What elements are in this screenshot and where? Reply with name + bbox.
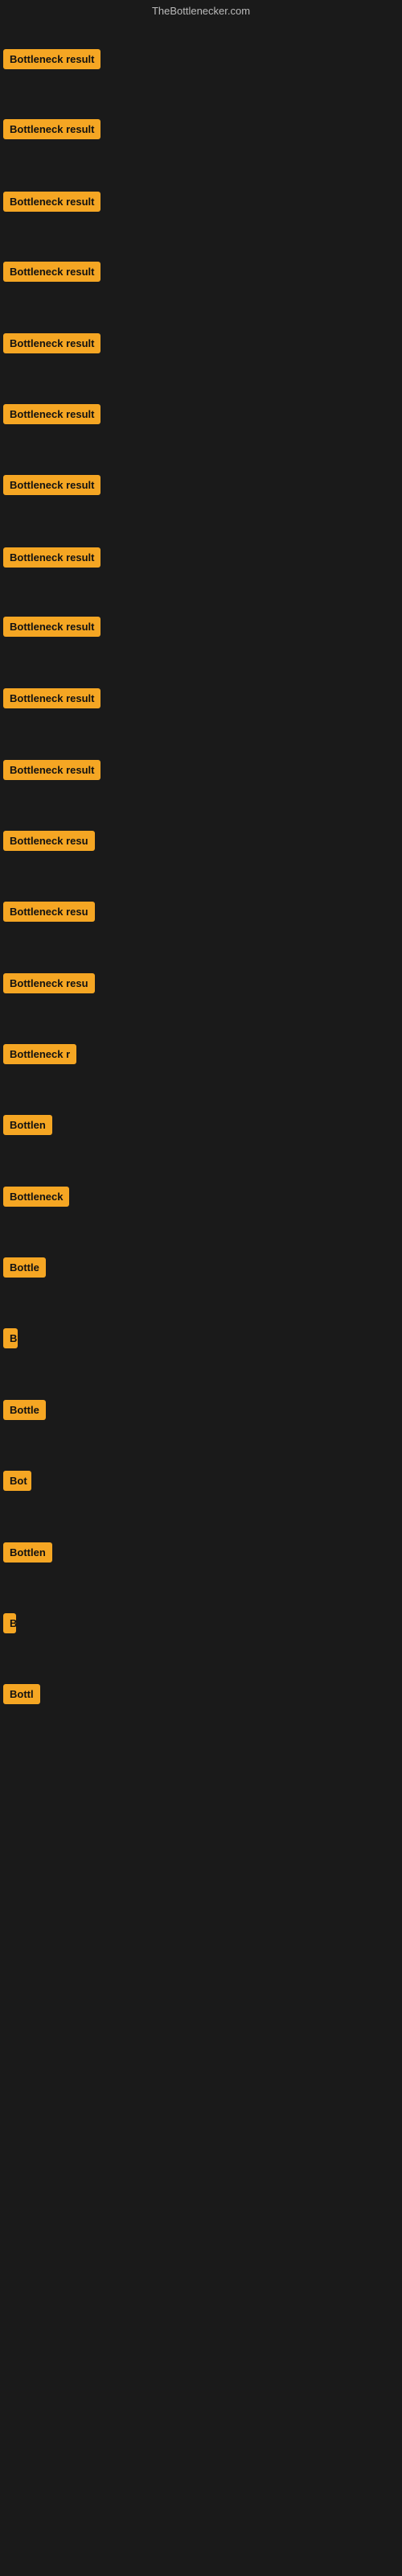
result-row-18: Bottle <box>0 1254 49 1285</box>
result-row-23: B <box>0 1610 19 1641</box>
bottleneck-badge-1[interactable]: Bottleneck result <box>3 49 100 69</box>
result-row-5: Bottleneck result <box>0 330 104 361</box>
bottleneck-badge-10[interactable]: Bottleneck result <box>3 688 100 708</box>
result-row-9: Bottleneck result <box>0 613 104 644</box>
result-row-2: Bottleneck result <box>0 116 104 147</box>
result-row-4: Bottleneck result <box>0 258 104 289</box>
result-row-8: Bottleneck result <box>0 544 104 575</box>
bottleneck-badge-18[interactable]: Bottle <box>3 1257 46 1278</box>
result-row-21: Bot <box>0 1468 35 1498</box>
bottleneck-badge-6[interactable]: Bottleneck result <box>3 404 100 424</box>
result-row-7: Bottleneck result <box>0 472 104 502</box>
bottleneck-badge-2[interactable]: Bottleneck result <box>3 119 100 139</box>
bottleneck-badge-8[interactable]: Bottleneck result <box>3 547 100 568</box>
result-row-11: Bottleneck result <box>0 757 104 787</box>
bottleneck-badge-3[interactable]: Bottleneck result <box>3 192 100 212</box>
bottleneck-badge-4[interactable]: Bottleneck result <box>3 262 100 282</box>
result-row-22: Bottlen <box>0 1539 55 1570</box>
bottleneck-badge-17[interactable]: Bottleneck <box>3 1187 69 1207</box>
result-row-6: Bottleneck result <box>0 401 104 431</box>
bottleneck-badge-7[interactable]: Bottleneck result <box>3 475 100 495</box>
bottleneck-badge-12[interactable]: Bottleneck resu <box>3 831 95 851</box>
result-row-16: Bottlen <box>0 1112 55 1142</box>
site-title: TheBottlenecker.com <box>0 0 402 20</box>
result-row-12: Bottleneck resu <box>0 828 98 858</box>
page-wrapper: TheBottlenecker.com Bottleneck result Bot… <box>0 0 402 2576</box>
result-row-15: Bottleneck r <box>0 1041 80 1071</box>
bottleneck-badge-21[interactable]: Bot <box>3 1471 31 1491</box>
bottleneck-badge-19[interactable]: B <box>3 1328 18 1348</box>
result-row-3: Bottleneck result <box>0 188 104 219</box>
bottleneck-badge-11[interactable]: Bottleneck result <box>3 760 100 780</box>
result-row-13: Bottleneck resu <box>0 898 98 929</box>
result-row-24: Bottl <box>0 1681 43 1711</box>
result-row-20: Bottle <box>0 1397 49 1427</box>
result-row-10: Bottleneck result <box>0 685 104 716</box>
bottleneck-badge-5[interactable]: Bottleneck result <box>3 333 100 353</box>
bottleneck-badge-20[interactable]: Bottle <box>3 1400 46 1420</box>
result-row-17: Bottleneck <box>0 1183 72 1214</box>
result-row-14: Bottleneck resu <box>0 970 98 1001</box>
bottleneck-badge-24[interactable]: Bottl <box>3 1684 40 1704</box>
bottleneck-badge-14[interactable]: Bottleneck resu <box>3 973 95 993</box>
result-row-1: Bottleneck result <box>0 46 104 76</box>
bottleneck-badge-15[interactable]: Bottleneck r <box>3 1044 76 1064</box>
bottleneck-badge-23[interactable]: B <box>3 1613 16 1633</box>
result-row-19: B <box>0 1325 21 1356</box>
bottleneck-badge-22[interactable]: Bottlen <box>3 1542 52 1563</box>
bottleneck-badge-16[interactable]: Bottlen <box>3 1115 52 1135</box>
bottleneck-badge-9[interactable]: Bottleneck result <box>3 617 100 637</box>
bottleneck-badge-13[interactable]: Bottleneck resu <box>3 902 95 922</box>
